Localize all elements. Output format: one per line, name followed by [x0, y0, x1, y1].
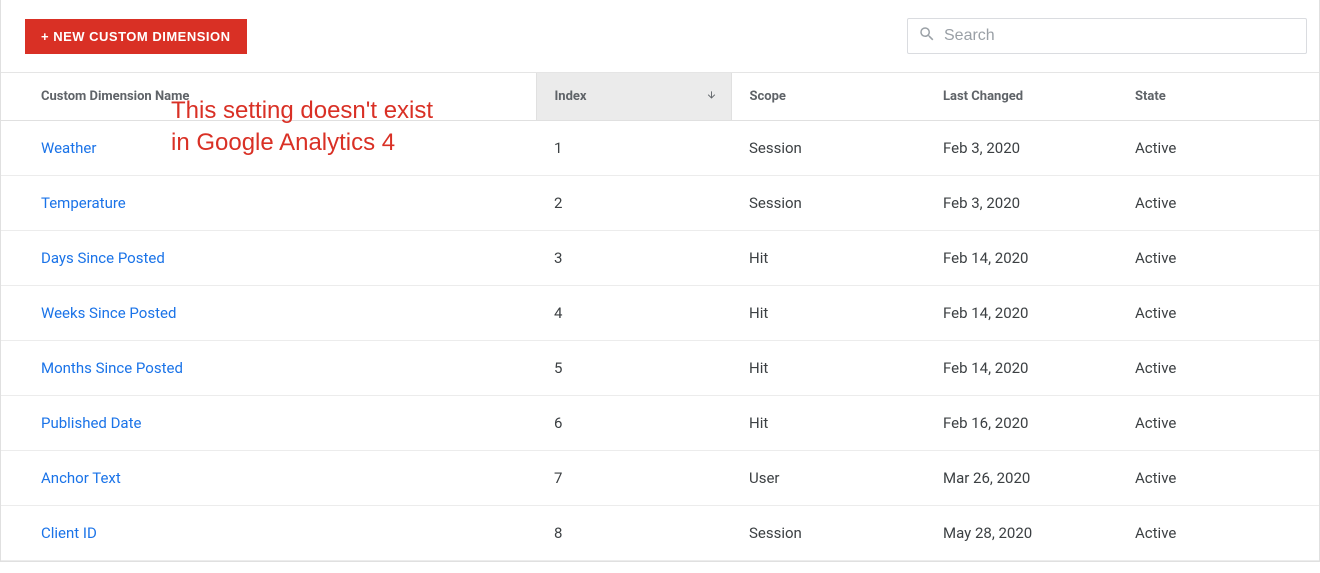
dimension-scope: Hit	[731, 231, 931, 286]
table-row: Weather 1SessionFeb 3, 2020Active	[1, 121, 1319, 176]
table-row: Days Since Posted 3HitFeb 14, 2020Active	[1, 231, 1319, 286]
dimension-name-link[interactable]: Published Date	[41, 414, 141, 432]
table-row: Temperature 2SessionFeb 3, 2020Active	[1, 176, 1319, 231]
sort-descending-icon	[706, 89, 717, 104]
dimension-scope: Hit	[731, 396, 931, 451]
dimension-index: 4	[536, 286, 731, 341]
column-header-last-changed[interactable]: Last Changed	[931, 73, 1131, 121]
search-input[interactable]	[944, 27, 1296, 45]
dimension-index: 8	[536, 506, 731, 561]
new-custom-dimension-button[interactable]: + NEW CUSTOM DIMENSION	[25, 19, 247, 54]
table-row: Months Since Posted 5HitFeb 14, 2020Activ…	[1, 341, 1319, 396]
dimension-index: 3	[536, 231, 731, 286]
dimension-name-link[interactable]: Days Since Posted	[41, 249, 165, 267]
table-row: Anchor Text 7UserMar 26, 2020Active	[1, 451, 1319, 506]
dimension-index: 1	[536, 121, 731, 176]
column-header-scope[interactable]: Scope	[731, 73, 931, 121]
custom-dimensions-panel: + NEW CUSTOM DIMENSION Custom Dimension …	[0, 0, 1320, 562]
dimension-scope: Hit	[731, 286, 931, 341]
dimension-index: 2	[536, 176, 731, 231]
dimension-scope: Session	[731, 506, 931, 561]
search-icon	[918, 25, 944, 47]
dimension-name-link[interactable]: Months Since Posted	[41, 359, 183, 377]
dimension-name-link[interactable]: Weeks Since Posted	[41, 304, 176, 322]
dimension-name-link[interactable]: Weather	[41, 139, 96, 157]
dimension-last-changed: Feb 14, 2020	[931, 341, 1131, 396]
dimension-index: 7	[536, 451, 731, 506]
dimension-scope: User	[731, 451, 931, 506]
dimension-index: 6	[536, 396, 731, 451]
dimension-name-link[interactable]: Anchor Text	[41, 469, 121, 487]
dimension-last-changed: Mar 26, 2020	[931, 451, 1131, 506]
dimension-name-link[interactable]: Temperature	[41, 194, 126, 212]
dimension-scope: Hit	[731, 341, 931, 396]
custom-dimensions-table: Custom Dimension Name Index Scope Last C…	[1, 73, 1319, 561]
table-row: Client ID 8SessionMay 28, 2020Active	[1, 506, 1319, 561]
dimension-state: Active	[1131, 396, 1319, 451]
dimension-last-changed: Feb 3, 2020	[931, 121, 1131, 176]
dimension-state: Active	[1131, 231, 1319, 286]
table-row: Published Date 6HitFeb 16, 2020Active	[1, 396, 1319, 451]
dimension-last-changed: Feb 14, 2020	[931, 286, 1131, 341]
column-header-index[interactable]: Index	[536, 73, 731, 121]
dimension-state: Active	[1131, 341, 1319, 396]
dimension-scope: Session	[731, 121, 931, 176]
dimension-last-changed: Feb 3, 2020	[931, 176, 1131, 231]
dimension-last-changed: Feb 14, 2020	[931, 231, 1131, 286]
dimension-state: Active	[1131, 176, 1319, 231]
dimension-index: 5	[536, 341, 731, 396]
column-header-state[interactable]: State	[1131, 73, 1319, 121]
dimension-state: Active	[1131, 451, 1319, 506]
table-row: Weeks Since Posted 4HitFeb 14, 2020Active	[1, 286, 1319, 341]
dimension-state: Active	[1131, 286, 1319, 341]
dimension-state: Active	[1131, 506, 1319, 561]
dimension-scope: Session	[731, 176, 931, 231]
dimension-state: Active	[1131, 121, 1319, 176]
column-header-name[interactable]: Custom Dimension Name	[1, 73, 536, 121]
dimension-name-link[interactable]: Client ID	[41, 524, 97, 542]
search-field[interactable]	[907, 18, 1307, 54]
dimension-last-changed: May 28, 2020	[931, 506, 1131, 561]
dimension-last-changed: Feb 16, 2020	[931, 396, 1131, 451]
toolbar: + NEW CUSTOM DIMENSION	[1, 0, 1319, 73]
column-header-index-label: Index	[555, 89, 587, 104]
